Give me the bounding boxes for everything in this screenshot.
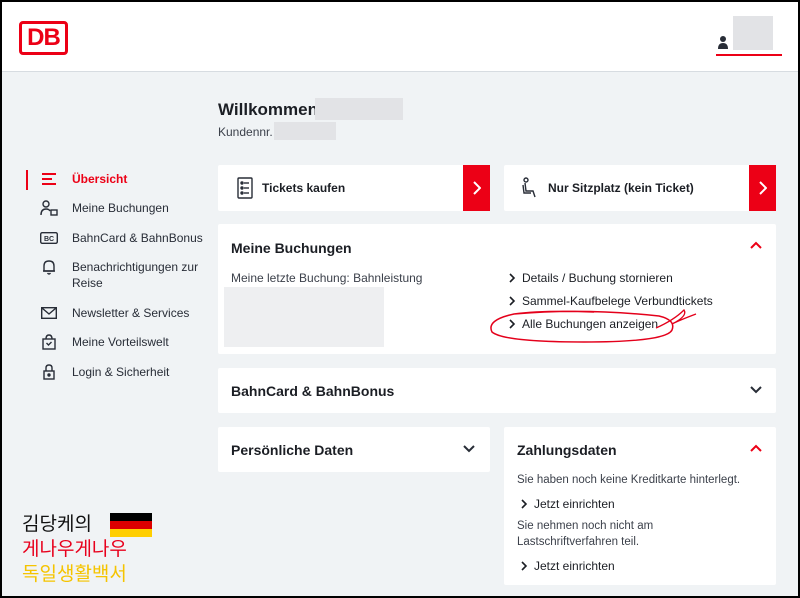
sidebar-item-label: Meine Buchungen xyxy=(72,201,169,215)
sidebar-item-label: Login & Sicherheit xyxy=(72,365,170,379)
setup-debit-link[interactable]: Jetzt einrichten xyxy=(520,559,615,573)
details-stornieren-link[interactable]: Details / Buchung stornieren xyxy=(508,271,673,285)
bahncard-icon: BC xyxy=(40,229,58,247)
lock-icon xyxy=(40,363,58,381)
sidebar-item-label: BahnCard & BahnBonus xyxy=(72,231,203,245)
db-logo[interactable]: DB xyxy=(19,21,68,55)
welcome-heading: Willkommen, xyxy=(218,100,323,119)
redacted-name xyxy=(315,98,403,120)
sidebar-item-buchungen[interactable]: Meine Buchungen xyxy=(26,199,206,229)
top-header: DB xyxy=(2,2,798,72)
seat-icon xyxy=(522,177,536,198)
sitzplatz-label: Nur Sitzplatz (kein Ticket) xyxy=(548,181,694,195)
link-label: Jetzt einrichten xyxy=(534,497,615,511)
chevron-right-icon xyxy=(758,181,767,195)
bahncard-title: BahnCard & BahnBonus xyxy=(231,383,395,399)
bookings-card: Meine Buchungen Meine letzte Buchung: Ba… xyxy=(218,224,776,354)
no-credit-card-text: Sie haben noch keine Kreditkarte hinterl… xyxy=(517,474,741,486)
redacted-booking-info xyxy=(224,287,384,347)
sidebar-item-bahncard[interactable]: BC BahnCard & BahnBonus xyxy=(26,229,206,258)
link-label: Details / Buchung stornieren xyxy=(522,271,673,285)
setup-credit-card-link[interactable]: Jetzt einrichten xyxy=(520,497,615,511)
link-label: Jetzt einrichten xyxy=(534,559,615,573)
chevron-down-icon[interactable] xyxy=(463,445,475,453)
chevron-right-icon xyxy=(472,181,481,195)
payment-title: Zahlungsdaten xyxy=(517,442,617,458)
red-circle-annotation xyxy=(490,308,697,343)
sidebar-item-vorteilswelt[interactable]: Meine Vorteilswelt xyxy=(26,333,206,363)
sidebar-item-newsletter[interactable]: Newsletter & Services xyxy=(26,304,206,333)
bahncard-card[interactable]: BahnCard & BahnBonus xyxy=(218,368,776,413)
shopping-bag-icon xyxy=(40,333,58,351)
sidebar-item-label: Newsletter & Services xyxy=(72,306,190,320)
chevron-down-icon[interactable] xyxy=(750,386,762,394)
active-underline xyxy=(716,54,782,56)
tickets-kaufen-label: Tickets kaufen xyxy=(262,181,346,195)
sidebar-item-label: Übersicht xyxy=(72,172,128,186)
watermark-line2: 게나우게나우 xyxy=(22,538,127,560)
bell-icon xyxy=(40,258,58,276)
sidebar-item-uebersicht[interactable]: Übersicht xyxy=(26,170,206,199)
svg-text:BC: BC xyxy=(44,236,54,243)
redacted-username xyxy=(733,16,773,50)
chevron-right-icon xyxy=(521,499,528,509)
watermark-line3: 독일생활백서 xyxy=(22,563,127,585)
menu-icon xyxy=(40,170,58,188)
no-debit-text-line1: Sie nehmen noch nicht am xyxy=(517,520,654,532)
last-booking-label: Meine letzte Buchung: Bahnleistung xyxy=(231,271,423,285)
german-flag-icon xyxy=(110,513,152,537)
sidebar-item-benachrichtigungen[interactable]: Benachrichtigungen zur Reise xyxy=(26,258,206,304)
sitzplatz-tile[interactable]: Nur Sitzplatz (kein Ticket) xyxy=(504,165,776,211)
bookings-title: Meine Buchungen xyxy=(231,240,352,256)
user-account-button[interactable] xyxy=(716,16,782,58)
payment-card: Zahlungsdaten Sie haben noch keine Kredi… xyxy=(504,427,776,585)
sidebar-nav: Übersicht Meine Buchungen BC BahnCard & … xyxy=(26,170,206,392)
ticket-list-icon xyxy=(237,177,253,199)
watermark-line1: 김당케의 xyxy=(22,513,92,535)
sidebar-item-login[interactable]: Login & Sicherheit xyxy=(26,363,206,392)
chevron-up-icon[interactable] xyxy=(750,241,762,249)
sidebar-item-label: Benachrichtigungen zur Reise xyxy=(72,260,199,290)
chevron-right-icon xyxy=(509,273,516,283)
chevron-right-icon xyxy=(521,561,528,571)
chevron-right-icon xyxy=(509,296,516,306)
no-debit-text-line2: Lastschriftverfahren teil. xyxy=(517,536,640,548)
sitzplatz-arrow[interactable] xyxy=(749,165,776,211)
user-icon xyxy=(718,36,728,49)
tickets-kaufen-arrow[interactable] xyxy=(463,165,490,211)
person-bookings-icon xyxy=(40,199,58,217)
customer-number-label: Kundennr. xyxy=(218,125,273,139)
personal-data-title: Persönliche Daten xyxy=(231,442,354,458)
chevron-up-icon[interactable] xyxy=(750,444,762,452)
tickets-kaufen-tile[interactable]: Tickets kaufen xyxy=(218,165,490,211)
sidebar-item-label: Meine Vorteilswelt xyxy=(72,335,169,349)
mail-icon xyxy=(40,304,58,322)
redacted-customer-number xyxy=(274,122,336,140)
personal-data-card[interactable]: Persönliche Daten xyxy=(218,427,490,472)
